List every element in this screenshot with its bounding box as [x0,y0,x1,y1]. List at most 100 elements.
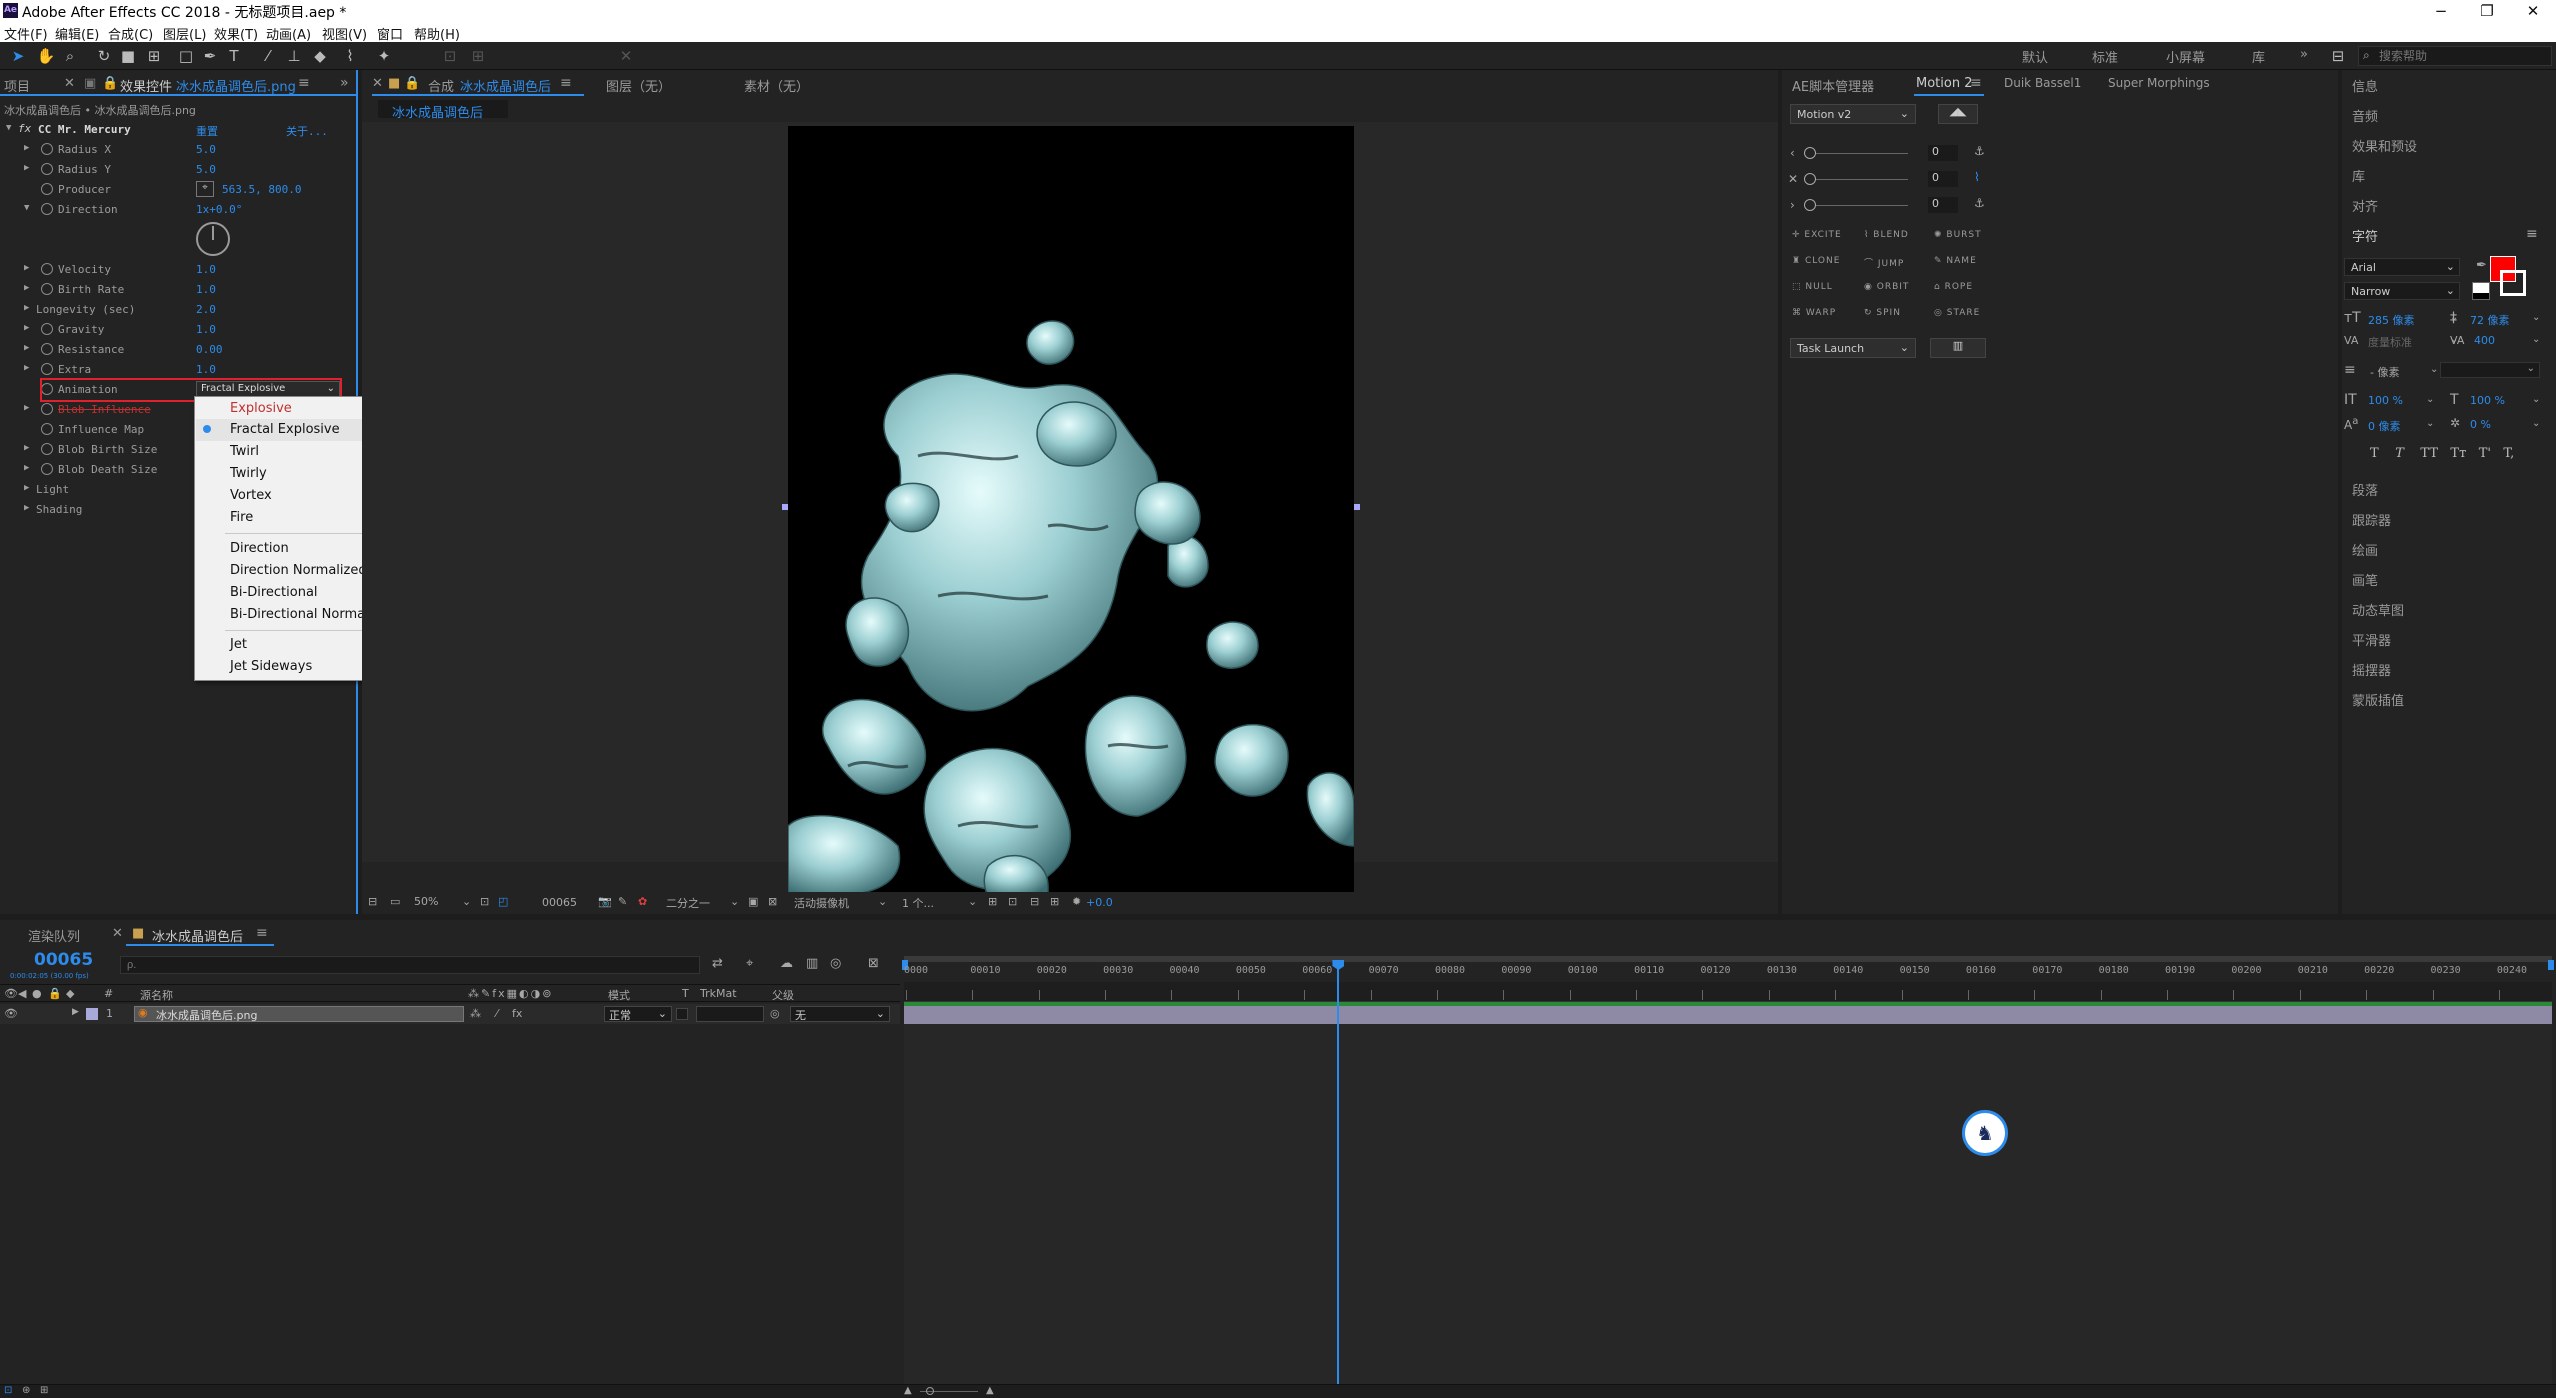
toggle-switches-icon[interactable]: ⊡ [4,1385,12,1396]
camera-dropdown[interactable]: 活动摄像机 [794,895,849,911]
hand-tool-icon[interactable]: ✋ [36,46,56,66]
stopwatch-icon[interactable] [41,363,53,375]
snapshot-icon[interactable]: 📷 [598,895,612,908]
excite-button[interactable]: ✛ EXCITE [1792,230,1842,240]
about-link[interactable]: 关于... [286,123,328,139]
superscript-button[interactable]: T' [2479,446,2491,461]
playhead[interactable] [1332,960,1345,1388]
panel-overflow-icon[interactable]: » [340,75,349,91]
expand-triangle-icon[interactable]: ▶ [24,143,29,153]
property-value[interactable]: 1.0 [196,323,216,336]
shy-icon[interactable]: ☁ [780,956,793,971]
slider-track[interactable] [1810,179,1908,180]
close-icon[interactable]: ✕ [112,926,123,941]
shy-switch-icon[interactable]: ⁂ [470,1007,481,1020]
stopwatch-icon[interactable] [41,203,53,215]
comp-canvas[interactable] [788,126,1354,896]
lock-icon[interactable]: 🔒 [404,76,420,91]
tab-layer[interactable]: 图层（无） [606,76,671,95]
subscript-button[interactable]: T, [2503,446,2514,461]
sidebar-info[interactable]: 信息 [2352,76,2378,95]
sidebar-paint[interactable]: 绘画 [2352,540,2378,559]
column-source-name[interactable]: 源名称 [140,987,173,1003]
timeline-timecode[interactable]: 00065 [34,950,93,970]
frame-blend-icon[interactable]: ▥ [806,956,818,971]
tab-script-manager[interactable]: AE脚本管理器 [1792,76,1874,95]
snap-icon[interactable]: ⊞ [468,46,488,66]
roi-icon[interactable]: ▣ [748,895,758,908]
tab-duik[interactable]: Duik Bassel1 [2004,76,2081,90]
viewer-area[interactable] [362,122,1778,896]
slider-value[interactable]: 0 [1928,145,1958,161]
expand-triangle-icon[interactable]: ▶ [24,403,29,413]
menu-help[interactable]: 帮助(H) [414,24,460,43]
chevron-down-icon[interactable]: ⌄ [2532,418,2540,429]
rectangle-tool-icon[interactable]: □ [176,46,196,66]
menu-layer[interactable]: 图层(L) [163,24,206,43]
sidebar-tracker[interactable]: 跟踪器 [2352,510,2391,529]
expand-triangle-icon[interactable]: ▶ [24,363,29,373]
visibility-eye-icon[interactable]: 👁 [4,1007,18,1020]
menu-item-twirly[interactable]: Twirly [230,466,267,481]
tracking-value[interactable]: 400 [2474,334,2495,347]
toggle-pixel-icon[interactable]: ⊞ [988,895,997,908]
time-ruler[interactable] [904,982,2552,1002]
anchor-icon[interactable]: ⚓ [1974,196,1985,210]
zoom-dropdown[interactable]: 50% [414,895,438,908]
sidebar-audio[interactable]: 音频 [2352,106,2378,125]
blend-mode-dropdown[interactable]: 正常 ⌄ [604,1006,672,1022]
mask-icon[interactable]: ◰ [498,895,508,908]
menu-item-direction[interactable]: Direction [230,541,289,556]
workspace-small-screen[interactable]: 小屏幕 [2166,47,2205,66]
exposure-value[interactable]: +0.0 [1086,896,1113,909]
close-icon[interactable]: ✕ [64,76,75,91]
property-row[interactable]: ▶ Birth Rate 1.0 [0,280,358,300]
zoom-tool-icon[interactable]: ⌕ [60,46,80,66]
expand-triangle-icon[interactable]: ▶ [24,443,29,453]
tab-super-morphings[interactable]: Super Morphings [2108,76,2210,90]
panel-menu-icon[interactable]: ≡ [1970,75,1982,91]
chevron-down-icon[interactable]: ⌄ [730,895,739,908]
current-time[interactable]: 00065 [542,896,577,909]
chevron-down-icon[interactable]: ⌄ [2532,394,2540,405]
sidebar-brushes[interactable]: 画笔 [2352,570,2378,589]
transparency-grid-icon[interactable]: ⊠ [768,895,777,908]
preserve-transparency-checkbox[interactable] [676,1008,688,1020]
menu-file[interactable]: 文件(F) [4,24,48,43]
baseline-shift-value[interactable]: 0 像素 [2368,418,2401,434]
chevron-down-icon[interactable]: ⌄ [462,895,471,908]
expand-triangle-icon[interactable]: ▼ [24,203,29,213]
menu-effect[interactable]: 效果(T) [214,24,258,43]
expand-triangle-icon[interactable]: ▶ [24,263,29,273]
menu-item-vortex[interactable]: Vortex [230,488,272,503]
slider-value[interactable]: 0 [1928,171,1958,187]
stare-button[interactable]: ◎ STARE [1934,308,1980,318]
quality-switch-icon[interactable]: ⁄ [496,1007,498,1020]
sidebar-libraries[interactable]: 库 [2352,166,2365,185]
stopwatch-icon[interactable] [41,283,53,295]
clone-button[interactable]: ♜ CLONE [1792,256,1840,266]
search-help-box[interactable]: ⌕ [2358,46,2552,66]
orbit-button[interactable]: ◉ ORBIT [1864,282,1909,292]
zoom-slider-thumb[interactable] [926,1387,934,1395]
flowchart-icon[interactable]: ⊞ [1050,895,1059,908]
timeline-icon[interactable]: ⊟ [1030,895,1039,908]
maximize-button[interactable]: ❐ [2464,0,2510,22]
link-icon[interactable]: ⌇ [1974,170,1980,184]
angle-dial[interactable] [196,222,230,256]
property-row[interactable]: ▼ Direction 1x+0.0° [0,200,358,220]
chevron-down-icon[interactable]: ⌄ [2532,334,2540,345]
exposure-icon[interactable]: ✹ [1072,895,1081,908]
tab-project[interactable]: 项目 [4,76,30,95]
menu-item-fire[interactable]: Fire [230,510,253,525]
tab-footage[interactable]: 素材（无） [744,76,809,95]
warp-button[interactable]: ⌘ WARP [1792,308,1836,318]
faux-italic-button[interactable]: T [2395,446,2404,461]
resolution-dropdown[interactable]: 二分之一 [666,895,710,911]
property-row[interactable]: ▶ Radius X 5.0 [0,140,358,160]
panel-menu-icon[interactable]: ≡ [256,925,268,941]
eraser-tool-icon[interactable]: ◆ [310,46,330,66]
layer-row[interactable]: 👁 ▶ 1 ◉ 冰水成晶调色后.png ⁂ ⁄ fx 正常 ⌄ ◎ 无 ⌄ [0,1004,900,1024]
rotate-tool-icon[interactable]: ↻ [94,46,114,66]
expand-triangle-icon[interactable]: ▶ [24,163,29,173]
